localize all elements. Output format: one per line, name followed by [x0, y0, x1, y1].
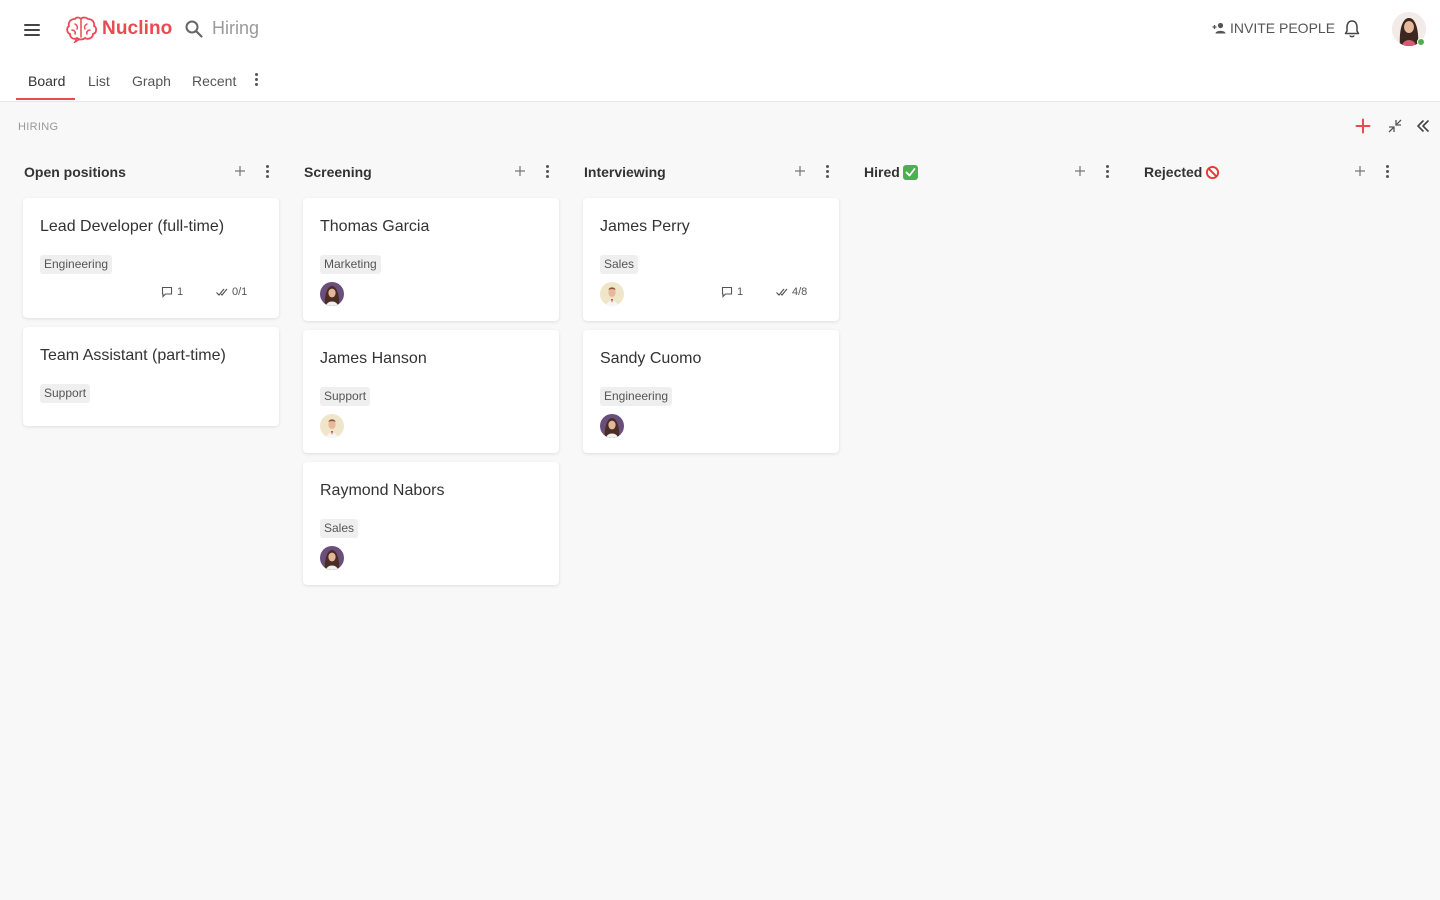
column-title-text: Interviewing: [584, 164, 666, 180]
add-card-icon[interactable]: [514, 165, 526, 177]
woman-avatar-icon: [320, 546, 344, 570]
comment-count: 1: [721, 286, 743, 298]
assignee-avatar: [320, 282, 344, 306]
hamburger-menu-icon[interactable]: [22, 20, 42, 40]
column-more-icon[interactable]: [1384, 165, 1390, 179]
search-bar[interactable]: Hiring: [184, 18, 259, 39]
card-sandy-cuomo[interactable]: Sandy Cuomo Engineering: [583, 330, 839, 453]
add-card-icon[interactable]: [1074, 165, 1086, 177]
assignee-avatar: [320, 414, 344, 438]
column-title-text: Screening: [304, 164, 372, 180]
card-tag: Engineering: [600, 387, 673, 406]
man-avatar-icon: [600, 282, 624, 306]
collapse-icon[interactable]: [1388, 119, 1402, 133]
comment-count-value: 1: [177, 286, 184, 298]
tab-graph[interactable]: Graph: [132, 73, 171, 89]
assignee-avatar: [600, 282, 624, 306]
column-header-hired: Hired: [864, 164, 1120, 182]
card-tag: Engineering: [40, 255, 113, 274]
card-tag: Support: [320, 387, 371, 406]
add-item-icon[interactable]: [1355, 118, 1371, 134]
comment-icon: [721, 286, 733, 298]
column-title: Hired: [864, 164, 918, 180]
card-title: Raymond Nabors: [320, 482, 445, 499]
column-title-text: Rejected: [1144, 164, 1203, 180]
card-team-assistant[interactable]: Team Assistant (part-time) Support: [23, 327, 279, 426]
card-tag: Support: [40, 384, 91, 403]
card-title: James Hanson: [320, 350, 427, 367]
column-more-icon[interactable]: [1104, 165, 1110, 179]
card-james-perry[interactable]: James Perry Sales 1 4/8: [583, 198, 839, 321]
double-chevron-left-icon[interactable]: [1416, 119, 1430, 133]
card-thomas-garcia[interactable]: Thomas Garcia Marketing: [303, 198, 559, 321]
column-title-text: Open positions: [24, 164, 126, 180]
more-tabs-icon[interactable]: [252, 73, 260, 87]
column-more-icon[interactable]: [264, 165, 270, 179]
add-card-icon[interactable]: [234, 165, 246, 177]
column-header-rejected: Rejected: [1144, 164, 1400, 182]
column-title: Open positions: [24, 164, 126, 180]
woman-avatar-icon: [320, 282, 344, 306]
card-tag: Sales: [320, 519, 359, 538]
check-mark-emoji-icon: [902, 164, 918, 180]
add-card-icon[interactable]: [794, 165, 806, 177]
card-title: James Perry: [600, 218, 690, 235]
tab-recent[interactable]: Recent: [192, 73, 236, 89]
view-tabs: Board List Graph Recent: [0, 60, 1440, 102]
man-avatar-icon: [320, 414, 344, 438]
brain-logo-icon: [66, 16, 98, 43]
tab-board[interactable]: Board: [28, 73, 65, 89]
no-entry-emoji-icon: [1206, 165, 1220, 179]
card-raymond-nabors[interactable]: Raymond Nabors Sales: [303, 462, 559, 585]
card-title: Sandy Cuomo: [600, 350, 702, 367]
add-person-icon: [1212, 22, 1226, 34]
online-status-dot: [1417, 38, 1425, 46]
card-lead-developer[interactable]: Lead Developer (full-time) Engineering 1…: [23, 198, 279, 318]
column-title: Interviewing: [584, 164, 666, 180]
card-title: Thomas Garcia: [320, 218, 430, 235]
task-progress-value: 4/8: [792, 286, 808, 298]
logo[interactable]: Nuclino: [66, 15, 172, 43]
card-tag: Marketing: [320, 255, 381, 274]
search-icon: [185, 20, 203, 38]
comment-count: 1: [161, 286, 183, 298]
card-tag: Sales: [600, 255, 639, 274]
column-more-icon[interactable]: [544, 165, 550, 179]
card-title: Team Assistant (part-time): [40, 347, 226, 364]
column-header-interviewing: Interviewing: [584, 164, 840, 182]
active-tab-indicator: [16, 98, 75, 100]
task-progress: 4/8: [776, 286, 807, 298]
logo-text: Nuclino: [102, 18, 173, 39]
search-input[interactable]: Hiring: [212, 18, 259, 39]
column-title: Rejected: [1144, 164, 1220, 180]
double-check-icon: [776, 288, 788, 296]
invite-people-button[interactable]: INVITE PEOPLE: [1212, 20, 1335, 36]
card-james-hanson[interactable]: James Hanson Support: [303, 330, 559, 453]
column-title-text: Hired: [864, 164, 900, 180]
invite-label: INVITE PEOPLE: [1230, 20, 1336, 36]
tab-list[interactable]: List: [88, 73, 110, 89]
comment-count-value: 1: [737, 286, 744, 298]
top-bar: Nuclino Hiring INVITE PEOPLE: [0, 0, 1440, 60]
task-progress-value: 0/1: [232, 286, 248, 298]
column-more-icon[interactable]: [824, 165, 830, 179]
assignee-avatar: [600, 414, 624, 438]
task-progress: 0/1: [216, 286, 247, 298]
column-header-open-positions: Open positions: [24, 164, 280, 182]
double-check-icon: [216, 288, 228, 296]
woman-avatar-icon: [600, 414, 624, 438]
card-title: Lead Developer (full-time): [40, 218, 225, 235]
board-section-label: HIRING: [18, 121, 59, 133]
add-card-icon[interactable]: [1354, 165, 1366, 177]
bell-icon[interactable]: [1343, 19, 1361, 39]
column-title: Screening: [304, 164, 372, 180]
column-header-screening: Screening: [304, 164, 560, 182]
comment-icon: [161, 286, 173, 298]
assignee-avatar: [320, 546, 344, 570]
